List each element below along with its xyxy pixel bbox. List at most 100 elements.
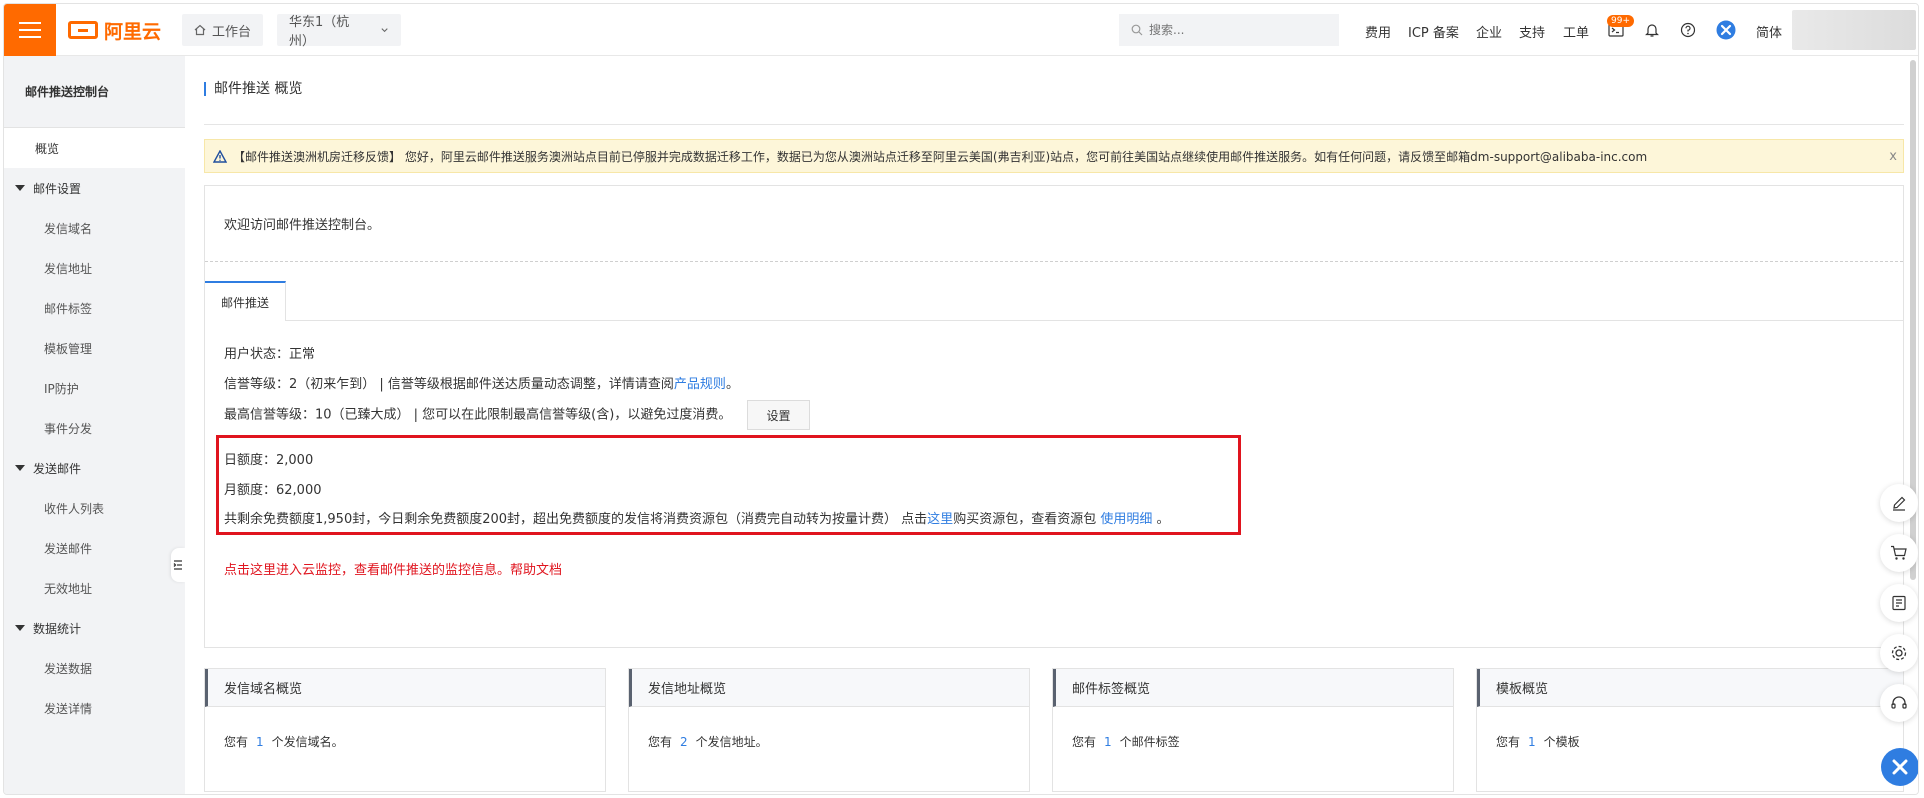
card-title: 模板概览 [1477, 669, 1903, 707]
card-body: 您有 1 个邮件标签 [1053, 707, 1453, 750]
ai-assistant-float-icon[interactable] [1881, 748, 1918, 786]
sidebar-collapse-handle[interactable] [171, 548, 185, 582]
card-count-link[interactable]: 2 [680, 735, 688, 749]
sidebar-item-template[interactable]: 模板管理 [4, 328, 185, 368]
help-icon[interactable] [1678, 20, 1698, 40]
card-suffix: 个邮件标签 [1119, 735, 1180, 749]
top-link-icp[interactable]: ICP 备案 [1408, 22, 1459, 41]
console-window: 阿里云 工作台 华东1（杭州） 费用 ICP 备案 企业 支持 工单 99+ [3, 3, 1919, 795]
sidebar-group-statistics[interactable]: 数据统计 [4, 608, 185, 648]
card-sender-address: 发信地址概览 您有 2 个发信地址。 [628, 668, 1030, 792]
card-count-link[interactable]: 1 [1104, 735, 1112, 749]
card-title: 发信域名概览 [205, 669, 605, 707]
card-suffix: 个发信域名。 [271, 735, 344, 749]
sidebar-item-send-mail[interactable]: 发送邮件 [4, 528, 185, 568]
sidebar-group-label: 邮件设置 [33, 181, 82, 196]
top-link-support[interactable]: 支持 [1519, 22, 1545, 41]
sidebar-group-send-mail[interactable]: 发送邮件 [4, 448, 185, 488]
main-content: 邮件推送 概览 【邮件推送澳洲机房迁移反馈】 您好，阿里云邮件推送服务澳洲站点目… [185, 56, 1918, 794]
card-suffix: 个模板 [1543, 735, 1580, 749]
card-mail-tag: 邮件标签概览 您有 1 个邮件标签 [1052, 668, 1454, 792]
edit-icon[interactable] [1880, 484, 1918, 522]
cart-icon[interactable] [1880, 534, 1918, 572]
buy-text: 购买资源包，查看资源包 [953, 512, 1101, 527]
migration-notice: 【邮件推送澳洲机房迁移反馈】 您好，阿里云邮件推送服务澳洲站点目前已停服并完成数… [204, 139, 1904, 173]
monitor-link[interactable]: 点击这里进入云监控，查看邮件推送的监控信息。帮助文档 [224, 559, 562, 578]
sidebar-item-sender-address[interactable]: 发信地址 [4, 248, 185, 288]
welcome-text: 欢迎访问邮件推送控制台。 [224, 218, 381, 233]
sidebar-item-mail-tag[interactable]: 邮件标签 [4, 288, 185, 328]
chevron-down-icon [381, 28, 388, 33]
account-avatar[interactable] [1792, 10, 1916, 50]
overview-panel: 欢迎访问邮件推送控制台。 邮件推送 用户状态：正常 信誉等级：2（初来乍到） |… [204, 185, 1904, 648]
card-body: 您有 1 个发信域名。 [205, 707, 605, 750]
sidebar-group-mail-settings[interactable]: 邮件设置 [4, 168, 185, 208]
card-title: 发信地址概览 [629, 669, 1029, 707]
notice-text: 【邮件推送澳洲机房迁移反馈】 您好，阿里云邮件推送服务澳洲站点目前已停服并完成数… [233, 149, 1648, 164]
region-label: 华东1（杭州） [289, 15, 350, 49]
notification-badge: 99+ [1607, 15, 1634, 27]
top-bar: 阿里云 工作台 华东1（杭州） 费用 ICP 备案 企业 支持 工单 99+ [4, 4, 1918, 56]
warning-icon [213, 149, 227, 163]
ai-assistant-icon[interactable] [1716, 20, 1736, 40]
sidebar-item-event-dispatch[interactable]: 事件分发 [4, 408, 185, 448]
search-box[interactable] [1119, 14, 1339, 46]
sidebar-item-send-data[interactable]: 发送数据 [4, 648, 185, 688]
sidebar-item-send-detail[interactable]: 发送详情 [4, 688, 185, 728]
settings-button[interactable]: 设置 [747, 400, 810, 430]
usage-detail-link[interactable]: 使用明细 [1100, 512, 1152, 527]
card-prefix: 您有 [224, 735, 249, 749]
gear-icon[interactable] [1880, 634, 1918, 672]
card-prefix: 您有 [1496, 735, 1521, 749]
language-switch[interactable]: 简体 [1756, 22, 1782, 41]
dashed-divider [205, 261, 1903, 262]
region-selector[interactable]: 华东1（杭州） [277, 14, 401, 49]
api-doc-icon[interactable] [1880, 584, 1918, 622]
bell-icon[interactable] [1642, 20, 1662, 40]
aliyun-logo[interactable]: 阿里云 [68, 17, 161, 43]
headset-icon[interactable] [1880, 684, 1918, 722]
usage-suffix: 。 [1152, 512, 1170, 527]
card-count-link[interactable]: 1 [256, 735, 264, 749]
workbench-button[interactable]: 工作台 [182, 14, 264, 46]
tab-divider [286, 320, 1904, 321]
card-sender-domain: 发信域名概览 您有 1 个发信域名。 [204, 668, 606, 792]
sidebar-item-ip-protection[interactable]: IP防护 [4, 368, 185, 408]
logo-text: 阿里云 [104, 20, 162, 43]
card-count-link[interactable]: 1 [1528, 735, 1536, 749]
logo-mark-icon [68, 21, 98, 39]
card-suffix: 个发信地址。 [695, 735, 768, 749]
top-link-fee[interactable]: 费用 [1365, 22, 1391, 41]
user-status: 用户状态：正常 [224, 347, 316, 362]
sidebar: 邮件推送控制台 概览 邮件设置 发信域名 发信地址 邮件标签 模板管理 IP防护… [4, 56, 185, 794]
card-prefix: 您有 [648, 735, 673, 749]
caret-down-icon [15, 625, 25, 631]
menu-icon[interactable] [4, 4, 56, 56]
home-icon [194, 24, 206, 36]
tab-mail-push[interactable]: 邮件推送 [205, 281, 286, 321]
product-rules-link[interactable]: 产品规则 [674, 377, 726, 392]
monitor-text[interactable]: 点击这里进入云监控，查看邮件推送的监控信息。 [224, 563, 510, 578]
sidebar-item-recipient-list[interactable]: 收件人列表 [4, 488, 185, 528]
max-credit-level: 最高信誉等级：10（已臻大成） | 您可以在此限制最高信誉等级(含)，以避免过度… [224, 400, 810, 430]
search-input[interactable] [1149, 23, 1319, 37]
credit-level-text: 信誉等级：2（初来乍到） | 信誉等级根据邮件送达质量动态调整，详情请查阅 [224, 377, 674, 392]
card-title: 邮件标签概览 [1053, 669, 1453, 707]
caret-down-icon [15, 185, 25, 191]
daily-quota: 日额度：2,000 [224, 453, 314, 468]
top-link-enterprise[interactable]: 企业 [1476, 22, 1502, 41]
sidebar-item-sender-domain[interactable]: 发信域名 [4, 208, 185, 248]
sidebar-item-overview[interactable]: 概览 [4, 128, 185, 168]
title-divider [204, 124, 1904, 125]
top-link-ticket[interactable]: 工单 [1563, 22, 1589, 41]
free-quota-info: 共剩余免费额度1,950封，今日剩余免费额度200封，超出免费额度的发信将消费资… [224, 508, 1169, 527]
caret-down-icon [15, 465, 25, 471]
max-level-text: 最高信誉等级：10（已臻大成） | 您可以在此限制最高信誉等级(含)，以避免过度… [224, 407, 732, 423]
card-body: 您有 2 个发信地址。 [629, 707, 1029, 750]
card-prefix: 您有 [1072, 735, 1097, 749]
buy-here-link[interactable]: 这里 [927, 512, 953, 527]
sidebar-group-label: 发送邮件 [33, 461, 82, 476]
help-doc-link[interactable]: 帮助文档 [510, 563, 562, 578]
close-icon[interactable]: x [1889, 149, 1897, 164]
sidebar-item-invalid-address[interactable]: 无效地址 [4, 568, 185, 608]
